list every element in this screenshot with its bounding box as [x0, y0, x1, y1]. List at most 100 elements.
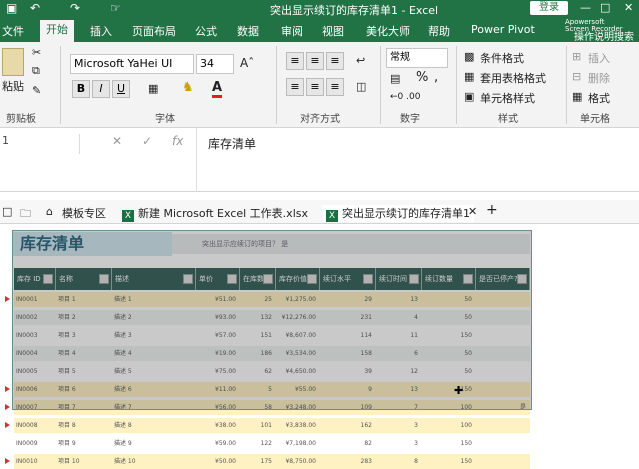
cell-value[interactable]: ¥8,750.00 [278, 454, 316, 469]
cell-price[interactable]: ¥93.00 [198, 310, 236, 325]
cell-styles-button[interactable]: 单元格样式 [480, 90, 535, 106]
cell-level[interactable]: 109 [322, 400, 372, 415]
cell-qty[interactable]: 25 [242, 292, 272, 307]
doc-tab-templates[interactable]: 模板专区 [62, 205, 106, 221]
cell-reqty[interactable]: 50 [424, 346, 472, 361]
cell-reqty[interactable]: 50 [424, 310, 472, 325]
cell-name[interactable]: 项目 2 [58, 310, 108, 325]
filter-dropdown-icon[interactable] [409, 274, 419, 284]
italic-button[interactable]: I [92, 80, 110, 98]
cell-reqty[interactable]: 100 [424, 418, 472, 433]
tab-beautify[interactable]: 美化大师 [366, 23, 410, 39]
tab-power-pivot[interactable]: Power Pivot [471, 23, 535, 36]
cell-name[interactable]: 项目 5 [58, 364, 108, 379]
cell-time[interactable]: 12 [378, 364, 418, 379]
filter-dropdown-icon[interactable] [227, 274, 237, 284]
cell-time[interactable]: 6 [378, 346, 418, 361]
cell-disc[interactable] [478, 310, 526, 325]
cell-qty[interactable]: 132 [242, 310, 272, 325]
merge-center-icon[interactable]: ◫ [356, 80, 366, 93]
close-tab-icon[interactable]: ✕ [468, 205, 477, 218]
new-doc-icon[interactable]: □ [2, 205, 12, 218]
cell-name[interactable]: 项目 7 [58, 400, 108, 415]
table-format-icon[interactable]: ▦ [464, 70, 474, 83]
paste-button[interactable]: 粘贴 [2, 78, 24, 94]
cell-value[interactable]: ¥1,275.00 [278, 292, 316, 307]
cell-id[interactable]: IN0004 [16, 346, 52, 361]
tab-help[interactable]: 帮助 [428, 23, 450, 39]
comma-button[interactable]: , [434, 70, 438, 85]
align-center-icon[interactable]: ≡ [306, 78, 324, 96]
cell-id[interactable]: IN0007 [16, 400, 52, 415]
cell-time[interactable]: 8 [378, 454, 418, 469]
cell-disc[interactable] [478, 436, 526, 451]
cell-disc[interactable] [478, 292, 526, 307]
cell-level[interactable]: 9 [322, 382, 372, 397]
save-icon[interactable]: ▣ [6, 1, 17, 15]
tab-formulas[interactable]: 公式 [195, 23, 217, 39]
cell-id[interactable]: IN0002 [16, 310, 52, 325]
cell-qty[interactable]: 101 [242, 418, 272, 433]
cell-desc[interactable]: 描述 6 [114, 382, 192, 397]
conditional-format-icon[interactable]: ▩ [464, 50, 474, 63]
cell-reqty[interactable]: 50 [424, 292, 472, 307]
sheet-title[interactable]: 库存清单 [12, 232, 172, 256]
table-row[interactable]: IN0008 项目 8 描述 8 ¥38.00 101 ¥3,838.00 162 3 100 [14, 418, 530, 433]
cell-disc[interactable] [478, 364, 526, 379]
table-row[interactable]: IN0010 项目 10 描述 10 ¥50.00 175 ¥8,750.00 283 8 15… [14, 454, 530, 469]
cell-price[interactable]: ¥56.00 [198, 400, 236, 415]
cell-desc[interactable]: 描述 8 [114, 418, 192, 433]
cell-qty[interactable]: 175 [242, 454, 272, 469]
minimize-icon[interactable]: — [580, 1, 591, 14]
cell-name[interactable]: 项目 10 [58, 454, 108, 469]
cell-id[interactable]: IN0001 [16, 292, 52, 307]
cell-time[interactable]: 4 [378, 310, 418, 325]
underline-button[interactable]: U [112, 80, 130, 98]
filter-dropdown-icon[interactable] [43, 274, 53, 284]
login-button[interactable]: 登录 [530, 1, 568, 15]
cell-time[interactable]: 11 [378, 328, 418, 343]
cell-value[interactable]: ¥3,838.00 [278, 418, 316, 433]
tab-page-layout[interactable]: 页面布局 [132, 23, 176, 39]
format-painter-icon[interactable]: ✎ [32, 84, 41, 97]
tell-me-search[interactable]: 操作说明搜索 [574, 28, 634, 43]
fill-color-icon[interactable]: ♞ [182, 80, 194, 95]
cell-time[interactable]: 3 [378, 418, 418, 433]
cell-styles-icon[interactable]: ▣ [464, 90, 474, 103]
cell-price[interactable]: ¥59.00 [198, 436, 236, 451]
restore-icon[interactable]: □ [600, 1, 610, 14]
cell-time[interactable]: 13 [378, 382, 418, 397]
grow-font-icon[interactable]: Aˆ [240, 56, 254, 70]
cell-desc[interactable]: 描述 1 [114, 292, 192, 307]
cell-price[interactable]: ¥50.00 [198, 454, 236, 469]
currency-icon[interactable]: ▤ [390, 72, 400, 85]
cell-disc[interactable] [478, 328, 526, 343]
cell-id[interactable]: IN0005 [16, 364, 52, 379]
cell-desc[interactable]: 描述 10 [114, 454, 192, 469]
percent-button[interactable]: % [416, 70, 428, 85]
cell-disc[interactable] [478, 382, 526, 397]
table-row[interactable]: IN0004 项目 4 描述 4 ¥19.00 186 ¥3,534.00 158 6 50 [14, 346, 530, 361]
cell-value[interactable]: ¥3,534.00 [278, 346, 316, 361]
cell-price[interactable]: ¥19.00 [198, 346, 236, 361]
cut-icon[interactable]: ✂ [32, 46, 41, 59]
table-row[interactable]: IN0001 项目 1 描述 1 ¥51.00 25 ¥1,275.00 29 13 50 [14, 292, 530, 307]
filter-dropdown-icon[interactable] [99, 274, 109, 284]
cell-price[interactable]: ¥75.00 [198, 364, 236, 379]
cell-name[interactable]: 项目 4 [58, 346, 108, 361]
cell-price[interactable]: ¥11.00 [198, 382, 236, 397]
cell-disc[interactable] [478, 454, 526, 469]
table-row[interactable]: IN0003 项目 3 描述 3 ¥57.00 151 ¥8,607.00 114 11 150 [14, 328, 530, 343]
cell-id[interactable]: IN0003 [16, 328, 52, 343]
cell-qty[interactable]: 186 [242, 346, 272, 361]
cell-value[interactable]: ¥7,198.00 [278, 436, 316, 451]
cell-value[interactable]: ¥8,607.00 [278, 328, 316, 343]
format-cells-button[interactable]: 格式 [588, 90, 610, 106]
wrap-text-icon[interactable]: ↩ [356, 54, 365, 67]
cell-qty[interactable]: 62 [242, 364, 272, 379]
filter-dropdown-icon[interactable] [183, 274, 193, 284]
cancel-icon[interactable]: ✕ [112, 134, 122, 148]
cell-id[interactable]: IN0008 [16, 418, 52, 433]
cell-desc[interactable]: 描述 4 [114, 346, 192, 361]
tab-review[interactable]: 审阅 [281, 23, 303, 39]
